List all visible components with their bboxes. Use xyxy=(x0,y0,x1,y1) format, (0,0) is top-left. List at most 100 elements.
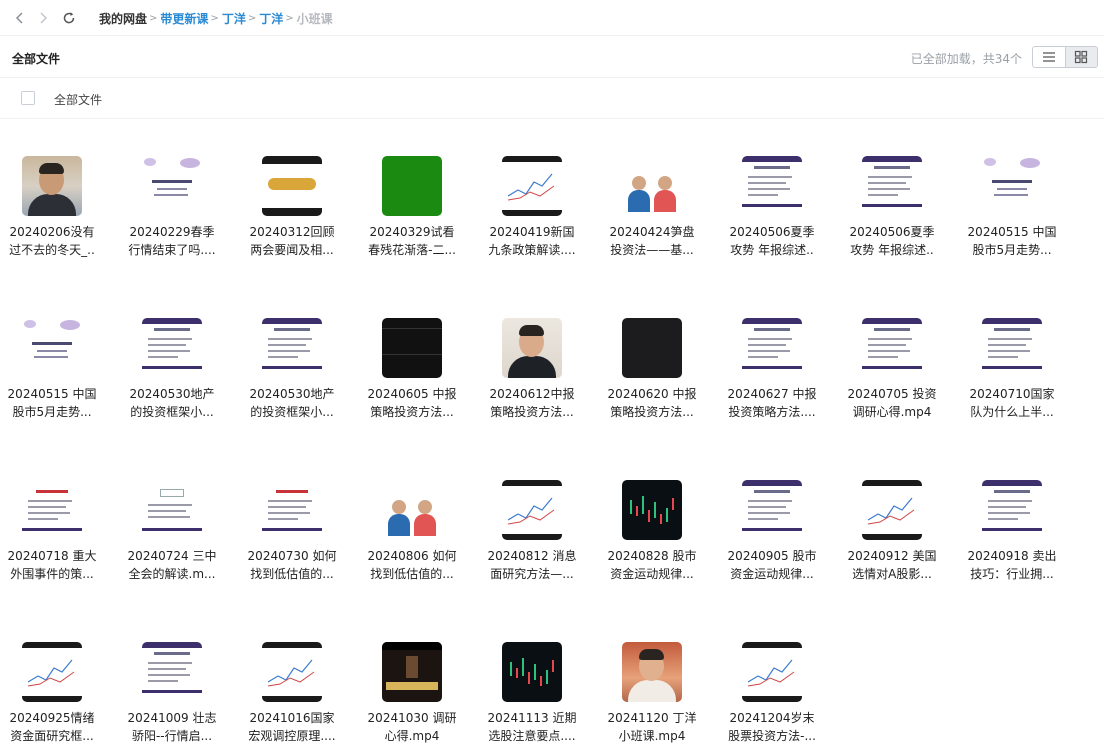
file-item[interactable]: 20240515 中国 股市5月走势... xyxy=(2,281,102,419)
file-name-line-1: 20241016国家 xyxy=(249,711,335,725)
file-name: 20240206没有 过不去的冬天_.. xyxy=(2,223,102,259)
file-item[interactable]: 20240918 卖出 技巧：行业拥... xyxy=(962,443,1062,581)
file-name-line-1: 20240206没有 xyxy=(9,225,95,239)
page-title: 全部文件 xyxy=(12,52,61,66)
file-name: 20241030 调研 心得.mp4 xyxy=(362,709,462,745)
file-item[interactable]: 20241030 调研 心得.mp4 xyxy=(362,605,462,743)
file-item[interactable]: 20240724 三中 全会的解读.m... xyxy=(122,443,222,581)
file-name-line-2: 宏观调控原理.... xyxy=(248,729,336,743)
file-item[interactable]: 20240506夏季 攻势 年报综述.. xyxy=(842,119,942,257)
file-name: 20240918 卖出 技巧：行业拥... xyxy=(962,547,1062,583)
file-name-line-1: 20240806 如何 xyxy=(367,549,457,563)
breadcrumb-item: 小班课 xyxy=(296,12,333,26)
file-name: 20240912 美国 选情对A股影... xyxy=(842,547,942,583)
grid-view-icon[interactable] xyxy=(1064,47,1097,67)
breadcrumb-separator: > xyxy=(247,13,257,24)
file-name: 20240424笋盘 投资法——基... xyxy=(602,223,702,259)
file-thumbnail xyxy=(862,480,922,540)
file-name-line-2: 资金运动规律... xyxy=(610,567,694,581)
file-name-line-2: 股市5月走势... xyxy=(972,243,1052,257)
file-thumbnail xyxy=(742,156,802,216)
select-all-checkbox[interactable] xyxy=(21,91,35,105)
file-item[interactable]: 20241120 丁洋 小班课.mp4 xyxy=(602,605,702,743)
file-name-line-2: 攻势 年报综述.. xyxy=(730,243,814,257)
file-list-header: 全部文件 已全部加载，共34个 xyxy=(0,37,1104,78)
navigation-bar: 我的网盘 > 带更新课 > 丁洋 > 丁洋 > 小班课 xyxy=(0,0,1104,36)
list-view-icon[interactable] xyxy=(1033,47,1065,67)
breadcrumb-item[interactable]: 丁洋 xyxy=(259,10,283,27)
file-name: 20240620 中报 策略投资方法... xyxy=(602,385,702,421)
file-name: 20240329试看 春残花渐落-二... xyxy=(362,223,462,259)
file-name-line-1: 20241009 壮志 xyxy=(127,711,217,725)
file-item[interactable]: 20241204岁末 股票投资方法-... xyxy=(722,605,822,743)
file-item[interactable]: 20241009 壮志 骄阳--行情启... xyxy=(122,605,222,743)
file-item[interactable]: 20240905 股市 资金运动规律... xyxy=(722,443,822,581)
file-thumbnail xyxy=(262,480,322,540)
breadcrumb-item[interactable]: 我的网盘 xyxy=(99,10,147,27)
file-item[interactable]: 20240206没有 过不去的冬天_.. xyxy=(2,119,102,257)
file-item[interactable]: 20240620 中报 策略投资方法... xyxy=(602,281,702,419)
breadcrumb-item[interactable]: 带更新课 xyxy=(160,10,208,27)
file-thumbnail xyxy=(982,156,1042,216)
file-name-line-2: 全会的解读.m... xyxy=(128,567,216,581)
file-item[interactable]: 20240419新国 九条政策解读.... xyxy=(482,119,582,257)
file-thumbnail xyxy=(862,156,922,216)
file-item[interactable]: 20240718 重大 外围事件的策... xyxy=(2,443,102,581)
file-item[interactable]: 20240627 中报 投资策略方法.... xyxy=(722,281,822,419)
file-item[interactable]: 20240530地产 的投资框架小... xyxy=(242,281,342,419)
file-item[interactable]: 20240812 消息 面研究方法—... xyxy=(482,443,582,581)
file-item[interactable]: 20240730 如何 找到低估值的... xyxy=(242,443,342,581)
back-icon[interactable] xyxy=(10,8,30,28)
file-name-line-1: 20240730 如何 xyxy=(247,549,337,563)
file-name: 20241120 丁洋 小班课.mp4 xyxy=(602,709,702,745)
file-item[interactable]: 20240506夏季 攻势 年报综述.. xyxy=(722,119,822,257)
file-name-line-2: 小班课.mp4 xyxy=(618,729,686,743)
file-name-line-1: 20240506夏季 xyxy=(729,225,815,239)
file-name-line-2: 股市5月走势... xyxy=(12,405,92,419)
file-item[interactable]: 20240515 中国 股市5月走势... xyxy=(962,119,1062,257)
file-name-line-2: 选股注意要点.... xyxy=(488,729,576,743)
file-name: 20240705 投资 调研心得.mp4 xyxy=(842,385,942,421)
file-name-line-1: 20240705 投资 xyxy=(847,387,937,401)
file-name: 20240530地产 的投资框架小... xyxy=(122,385,222,421)
file-item[interactable]: 20240710国家 队为什么上半... xyxy=(962,281,1062,419)
file-item[interactable]: 20240612中报 策略投资方法... xyxy=(482,281,582,419)
file-thumbnail xyxy=(262,318,322,378)
file-item[interactable]: 20240925情绪 资金面研究框... xyxy=(2,605,102,743)
file-item[interactable]: 20240329试看 春残花渐落-二... xyxy=(362,119,462,257)
file-item[interactable]: 20240828 股市 资金运动规律... xyxy=(602,443,702,581)
file-item[interactable]: 20240912 美国 选情对A股影... xyxy=(842,443,942,581)
file-name: 20241204岁末 股票投资方法-... xyxy=(722,709,822,745)
file-item[interactable]: 20240705 投资 调研心得.mp4 xyxy=(842,281,942,419)
forward-icon[interactable] xyxy=(33,8,53,28)
refresh-icon[interactable] xyxy=(59,8,79,28)
file-thumbnail xyxy=(982,318,1042,378)
file-item[interactable]: 20240424笋盘 投资法——基... xyxy=(602,119,702,257)
file-item[interactable]: 20241113 近期 选股注意要点.... xyxy=(482,605,582,743)
file-item[interactable]: 20240806 如何 找到低估值的... xyxy=(362,443,462,581)
file-name-line-2: 行情结束了吗.... xyxy=(128,243,216,257)
file-name-line-1: 20240515 中国 xyxy=(7,387,97,401)
file-name-line-2: 调研心得.mp4 xyxy=(852,405,932,419)
file-name-line-1: 20240515 中国 xyxy=(967,225,1057,239)
file-item[interactable]: 20240312回顾 两会要闻及相... xyxy=(242,119,342,257)
file-name-line-2: 两会要闻及相... xyxy=(250,243,334,257)
file-thumbnail xyxy=(742,318,802,378)
file-name-line-1: 20240812 消息 xyxy=(487,549,577,563)
file-name: 20241009 壮志 骄阳--行情启... xyxy=(122,709,222,745)
file-item[interactable]: 20240229春季 行情结束了吗.... xyxy=(122,119,222,257)
breadcrumb-item[interactable]: 丁洋 xyxy=(222,10,246,27)
file-item[interactable]: 20240605 中报 策略投资方法... xyxy=(362,281,462,419)
file-thumbnail xyxy=(262,156,322,216)
file-name-line-2: 外围事件的策... xyxy=(10,567,94,581)
file-name-line-1: 20241204岁末 xyxy=(729,711,815,725)
file-item[interactable]: 20241016国家 宏观调控原理.... xyxy=(242,605,342,743)
file-item[interactable]: 20240530地产 的投资框架小... xyxy=(122,281,222,419)
file-thumbnail xyxy=(142,156,202,216)
file-name-line-2: 队为什么上半... xyxy=(970,405,1054,419)
file-name: 20240724 三中 全会的解读.m... xyxy=(122,547,222,583)
file-name: 20240530地产 的投资框架小... xyxy=(242,385,342,421)
file-name-line-2: 资金面研究框... xyxy=(10,729,94,743)
file-thumbnail xyxy=(22,480,82,540)
file-name-line-1: 20240912 美国 xyxy=(847,549,937,563)
